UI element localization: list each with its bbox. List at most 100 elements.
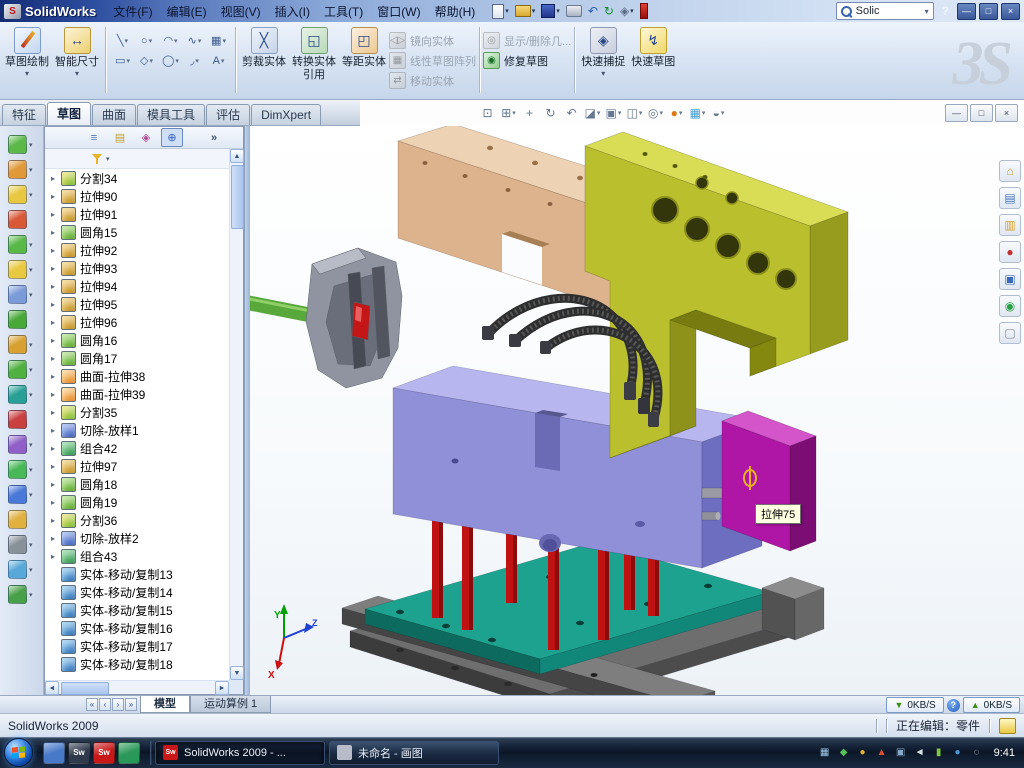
note-icon[interactable] (999, 718, 1016, 734)
scroll-up-icon[interactable]: ▲ (230, 149, 244, 163)
expand-arrow-icon[interactable]: ▸ (51, 246, 60, 255)
minimize-button[interactable]: — (957, 3, 976, 20)
hide-show-icon[interactable]: ◎▾ (646, 103, 665, 122)
configurationmanager-tab[interactable]: ◈ (135, 128, 157, 147)
quick-launch-media[interactable] (118, 742, 140, 764)
doc-minimize-button[interactable]: — (945, 104, 968, 122)
task-paint[interactable]: 未命名 - 画图 (329, 741, 499, 765)
expand-arrow-icon[interactable]: ▸ (51, 174, 60, 183)
sketch-caret-icon[interactable]: ▾ (25, 69, 29, 78)
support-block[interactable] (762, 577, 824, 640)
tree-item-8[interactable]: ▸拉伸95 (45, 295, 231, 313)
resources-home-icon[interactable]: ⌂ (999, 160, 1021, 182)
tree-item-26[interactable]: 实体-移动/复制16 (45, 619, 231, 637)
search-caret-icon[interactable]: ▾ (925, 7, 929, 16)
zoom-fit-icon[interactable]: ⊡ (478, 103, 497, 122)
tray-network-icon[interactable]: ▮ (932, 746, 946, 760)
menu-item-4[interactable]: 插入(I) (268, 3, 317, 20)
menu-item-6[interactable]: 窗口(W) (370, 3, 427, 20)
tree-hscrollbar[interactable]: ◄ ► (45, 680, 229, 694)
arc-tool[interactable]: ◠▾ (159, 31, 182, 50)
expand-arrow-icon[interactable]: ▸ (51, 516, 60, 525)
scroll-left-icon[interactable]: ◄ (45, 681, 59, 695)
display-delete-relations-button[interactable]: ◎ 显示/删除几... (483, 33, 571, 48)
expand-arrow-icon[interactable]: ▸ (51, 426, 60, 435)
tree-item-12[interactable]: ▸曲面-拉伸38 (45, 367, 231, 385)
quick-launch-edrawings[interactable]: Sw (93, 742, 115, 764)
ellipse-tool[interactable]: ◯▾ (159, 51, 182, 70)
tree-item-22[interactable]: ▸组合43 (45, 547, 231, 565)
doc-close-button[interactable]: × (995, 104, 1018, 122)
sketch-button[interactable]: 草图绘制 ▾ (2, 25, 52, 78)
text-tool[interactable]: A▾ (207, 51, 230, 70)
expand-arrow-icon[interactable]: ▸ (51, 462, 60, 471)
expand-arrow-icon[interactable]: ▸ (51, 210, 60, 219)
tree-vscrollbar[interactable]: ▲ ▼ (229, 149, 243, 680)
tree-item-17[interactable]: ▸拉伸97 (45, 457, 231, 475)
left-tool-15[interactable]: ▾ (0, 482, 43, 507)
tree-item-7[interactable]: ▸拉伸94 (45, 277, 231, 295)
tree-item-14[interactable]: ▸分割35 (45, 403, 231, 421)
smart-dimension-button[interactable]: ↔ 智能尺寸 ▾ (52, 25, 102, 78)
help-icon[interactable]: ? (942, 4, 949, 18)
print-icon[interactable] (564, 2, 584, 20)
circle-tool[interactable]: ○▾ (135, 31, 158, 50)
tree-item-20[interactable]: ▸分割36 (45, 511, 231, 529)
previous-view-icon[interactable]: ↶ (562, 103, 581, 122)
options-icon[interactable]: ◈▾ (618, 2, 636, 20)
expand-arrow-icon[interactable]: ▸ (51, 228, 60, 237)
tree-item-16[interactable]: ▸组合42 (45, 439, 231, 457)
move-entities-button[interactable]: ⇄ 移动实体 (389, 73, 476, 88)
view-palette-icon[interactable]: ▣ (999, 268, 1021, 290)
section-view-icon[interactable]: ◪▾ (583, 103, 602, 122)
polygon-tool[interactable]: ◇▾ (135, 51, 158, 70)
tray-clock-helper-icon[interactable]: ◌ (970, 746, 984, 760)
expand-arrow-icon[interactable]: ▸ (51, 282, 60, 291)
save-icon[interactable]: ▾ (539, 2, 562, 20)
tray-volume-icon[interactable]: ◄ (913, 746, 927, 760)
tree-item-9[interactable]: ▸拉伸96 (45, 313, 231, 331)
sketch-pattern-tool[interactable]: ▦▾ (207, 31, 230, 50)
expand-arrow-icon[interactable]: ▸ (51, 264, 60, 273)
start-button[interactable] (4, 738, 33, 767)
tray-display-icon[interactable]: ▣ (894, 746, 908, 760)
left-tool-7[interactable]: ▾ (0, 282, 43, 307)
tree-item-18[interactable]: ▸圆角18 (45, 475, 231, 493)
apply-scene-icon[interactable]: ▦▾ (688, 103, 707, 122)
view-settings-icon[interactable]: ◒▾ (709, 103, 728, 122)
smart-dimension-caret-icon[interactable]: ▾ (75, 69, 79, 78)
menu-item-1[interactable]: 文件(F) (106, 3, 159, 20)
bookmark-icon[interactable] (638, 2, 650, 20)
tree-item-13[interactable]: ▸曲面-拉伸39 (45, 385, 231, 403)
tree-item-25[interactable]: 实体-移动/复制15 (45, 601, 231, 619)
maximize-button[interactable]: □ (979, 3, 998, 20)
edit-appearance-icon[interactable]: ●▾ (667, 103, 686, 122)
tree-item-4[interactable]: ▸圆角15 (45, 223, 231, 241)
undo-icon[interactable]: ↶ (586, 2, 600, 20)
tree-item-21[interactable]: ▸切除-放样2 (45, 529, 231, 547)
expand-arrow-icon[interactable]: ▸ (51, 372, 60, 381)
spline-tool[interactable]: ∿▾ (183, 31, 206, 50)
rapid-sketch-button[interactable]: ↯ 快速草图 (628, 25, 678, 69)
tab-5[interactable]: 评估 (206, 104, 250, 125)
file-explorer-icon[interactable]: ▥ (999, 214, 1021, 236)
task-solidworks[interactable]: Sw SolidWorks 2009 - ... (155, 741, 325, 765)
search-input[interactable]: Solic (856, 5, 921, 17)
expand-arrow-icon[interactable]: ▸ (51, 552, 60, 561)
expand-arrow-icon[interactable]: ▸ (51, 498, 60, 507)
convert-entities-button[interactable]: ◱ 转换实体引用 (289, 25, 339, 82)
tab-motion-study[interactable]: 运动算例 1 (190, 696, 271, 713)
tray-safety-icon[interactable]: ● (951, 746, 965, 760)
featuremanager-tab[interactable]: ≡ (83, 128, 105, 147)
rebuild-icon[interactable]: ↻ (602, 2, 616, 20)
left-tool-9[interactable]: ▾ (0, 332, 43, 357)
expand-arrow-icon[interactable]: ▸ (51, 336, 60, 345)
fillet-tool[interactable]: ◞▾ (183, 51, 206, 70)
tray-ime-icon[interactable]: ▦ (818, 746, 832, 760)
expand-arrow-icon[interactable]: ▸ (51, 534, 60, 543)
tree-item-1[interactable]: ▸分割34 (45, 169, 231, 187)
dimxpertmanager-tab[interactable]: ⊕ (161, 128, 183, 147)
hscroll-thumb[interactable] (61, 682, 109, 695)
tree-item-11[interactable]: ▸圆角17 (45, 349, 231, 367)
tree-item-15[interactable]: ▸切除-放样1 (45, 421, 231, 439)
